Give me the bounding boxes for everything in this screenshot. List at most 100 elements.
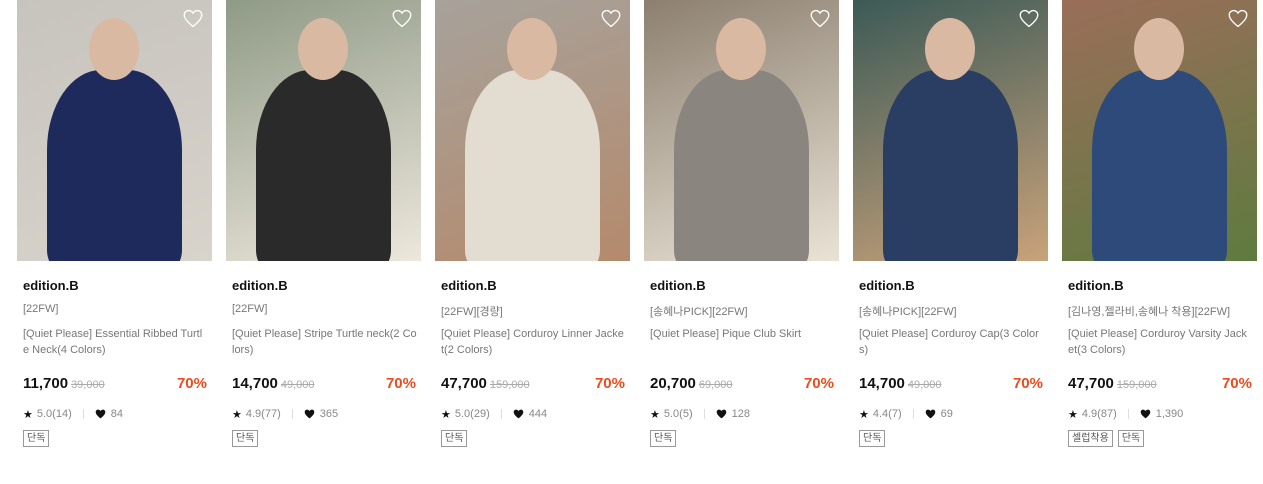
price-row: 11,700 39,000 70% <box>17 375 212 395</box>
rating: 4.9(87) <box>1081 408 1117 420</box>
divider <box>703 409 705 419</box>
sale-price: 11,700 <box>23 375 69 392</box>
product-badge: 단독 <box>441 430 468 447</box>
product-image[interactable] <box>226 0 421 261</box>
sale-price: 47,700 <box>441 375 487 392</box>
product-tag: [송혜나PICK][22FW] <box>650 306 748 318</box>
product-meta: ★ 5.0(29) 444 <box>435 407 630 421</box>
product-card[interactable]: edition.B [김나영,젤라비,송혜나 착용][22FW] [Quiet … <box>1062 0 1257 447</box>
price-row: 47,700 159,000 70% <box>1062 375 1257 395</box>
product-grid: edition.B [22FW] [Quiet Please] Essentia… <box>17 0 1257 447</box>
product-brand[interactable]: edition.B <box>853 278 1048 294</box>
wishlist-heart-icon[interactable] <box>601 9 621 28</box>
product-image[interactable] <box>644 0 839 261</box>
discount-rate: 70% <box>803 375 834 392</box>
original-price: 49,000 <box>907 379 942 391</box>
divider <box>82 409 84 419</box>
product-tag: [김나영,젤라비,송혜나 착용][22FW] <box>1068 306 1231 318</box>
discount-rate: 70% <box>594 375 625 392</box>
product-brand[interactable]: edition.B <box>435 278 630 294</box>
product-badge: 셀럽착용 <box>1068 430 1113 447</box>
star-icon: ★ <box>859 408 869 421</box>
badge-list: 단독 <box>226 430 421 447</box>
original-price: 159,000 <box>1116 379 1157 391</box>
star-icon: ★ <box>23 408 33 421</box>
discount-rate: 70% <box>1012 375 1043 392</box>
wishlist-heart-icon[interactable] <box>1228 9 1248 28</box>
divider <box>912 409 914 419</box>
sale-price: 20,700 <box>650 375 696 392</box>
product-card[interactable]: edition.B [22FW][경량] [Quiet Please] Cord… <box>435 0 630 447</box>
original-price: 159,000 <box>489 379 530 391</box>
product-name[interactable]: [Quiet Please] Pique Club Skirt <box>644 326 839 362</box>
star-icon: ★ <box>650 408 660 421</box>
product-badge: 단독 <box>859 430 886 447</box>
product-name[interactable]: [Quiet Please] Corduroy Linner Jacket(2 … <box>435 326 630 362</box>
product-name[interactable]: [Quiet Please] Corduroy Varsity Jacket(3… <box>1062 326 1257 362</box>
product-badge: 단독 <box>650 430 677 447</box>
like-count: 365 <box>319 408 339 420</box>
price-row: 14,700 49,000 70% <box>853 375 1048 395</box>
product-tag: [송혜나PICK][22FW] <box>859 306 957 318</box>
product-tag: [22FW][경량] <box>441 306 503 318</box>
product-brand[interactable]: edition.B <box>644 278 839 294</box>
wishlist-heart-icon[interactable] <box>392 9 412 28</box>
discount-rate: 70% <box>1221 375 1252 392</box>
discount-rate: 70% <box>385 375 416 392</box>
heart-icon <box>95 409 106 419</box>
product-card[interactable]: edition.B [22FW] [Quiet Please] Essentia… <box>17 0 212 447</box>
divider <box>1127 409 1129 419</box>
rating: 5.0(5) <box>663 408 693 420</box>
like-count: 84 <box>110 408 123 420</box>
product-meta: ★ 5.0(14) 84 <box>17 407 212 421</box>
badge-list: 셀럽착용 단독 <box>1062 430 1257 447</box>
rating: 4.4(7) <box>872 408 902 420</box>
product-meta: ★ 5.0(5) 128 <box>644 407 839 421</box>
heart-icon <box>304 409 315 419</box>
rating: 4.9(77) <box>245 408 281 420</box>
product-name[interactable]: [Quiet Please] Essential Ribbed Turtle N… <box>17 326 212 362</box>
like-count: 69 <box>940 408 953 420</box>
sale-price: 47,700 <box>1068 375 1114 392</box>
heart-icon <box>925 409 936 419</box>
rating: 5.0(29) <box>454 408 490 420</box>
product-tag: [22FW] <box>232 303 268 315</box>
product-card[interactable]: edition.B [송혜나PICK][22FW] [Quiet Please]… <box>853 0 1048 447</box>
product-brand[interactable]: edition.B <box>17 278 212 294</box>
price-row: 47,700 159,000 70% <box>435 375 630 395</box>
product-meta: ★ 4.9(87) 1,390 <box>1062 407 1257 421</box>
sale-price: 14,700 <box>859 375 905 392</box>
wishlist-heart-icon[interactable] <box>810 9 830 28</box>
heart-icon <box>513 409 524 419</box>
original-price: 39,000 <box>71 379 105 391</box>
like-count: 128 <box>731 408 750 420</box>
product-brand[interactable]: edition.B <box>1062 278 1257 294</box>
product-badge: 단독 <box>1117 430 1145 447</box>
heart-icon <box>1140 409 1151 419</box>
product-card[interactable]: edition.B [송혜나PICK][22FW] [Quiet Please]… <box>644 0 839 447</box>
like-count: 444 <box>528 408 548 420</box>
product-brand[interactable]: edition.B <box>226 278 421 294</box>
badge-list: 단독 <box>644 430 839 447</box>
rating: 5.0(14) <box>36 408 72 420</box>
original-price: 69,000 <box>698 379 733 391</box>
product-badge: 단독 <box>23 430 50 447</box>
product-name[interactable]: [Quiet Please] Corduroy Cap(3 Colors) <box>853 326 1048 362</box>
wishlist-heart-icon[interactable] <box>183 9 203 28</box>
badge-list: 단독 <box>17 430 212 447</box>
star-icon: ★ <box>441 408 451 421</box>
product-name[interactable]: [Quiet Please] Stripe Turtle neck(2 Colo… <box>226 326 421 362</box>
product-image[interactable] <box>1062 0 1257 261</box>
badge-list: 단독 <box>435 430 630 447</box>
product-image[interactable] <box>853 0 1048 261</box>
star-icon: ★ <box>232 408 242 421</box>
star-icon: ★ <box>1068 408 1078 421</box>
wishlist-heart-icon[interactable] <box>1019 9 1039 28</box>
product-image[interactable] <box>17 0 212 261</box>
heart-icon <box>716 409 727 419</box>
product-tag: [22FW] <box>23 303 59 315</box>
product-image[interactable] <box>435 0 630 261</box>
product-card[interactable]: edition.B [22FW] [Quiet Please] Stripe T… <box>226 0 421 447</box>
divider <box>500 409 502 419</box>
product-meta: ★ 4.4(7) 69 <box>853 407 1048 421</box>
